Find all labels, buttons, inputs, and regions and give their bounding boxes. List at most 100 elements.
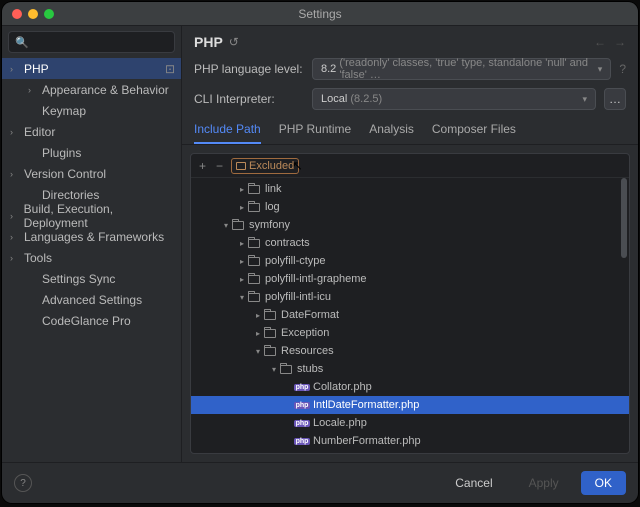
sidebar-item-keymap[interactable]: Keymap (2, 100, 181, 121)
chevron-right-icon: ▸ (253, 311, 263, 320)
titlebar: Settings (2, 2, 638, 26)
chevron-right-icon: › (10, 232, 20, 242)
gear-icon[interactable]: ⊡ (165, 62, 175, 76)
help-icon[interactable]: ? (619, 62, 626, 76)
sidebar-item-label: Editor (24, 125, 55, 139)
php-file-icon: php (295, 435, 309, 447)
chevron-right-icon: › (10, 169, 20, 179)
tab-include-path[interactable]: Include Path (194, 122, 261, 144)
ok-button[interactable]: OK (581, 471, 626, 495)
folder-icon (247, 273, 261, 285)
settings-search-input[interactable]: 🔍 (8, 31, 175, 53)
folder-row[interactable]: ▸Exception (191, 324, 629, 342)
chevron-right-icon: › (28, 85, 38, 95)
sidebar-item-appearance-behavior[interactable]: › Appearance & Behavior (2, 79, 181, 100)
folder-row[interactable]: ▸polyfill-ctype (191, 252, 629, 270)
file-label: IntlDateFormatter.php (313, 399, 419, 411)
folder-row[interactable]: ▸log (191, 198, 629, 216)
sidebar-item-build-execution-deployment[interactable]: ›Build, Execution, Deployment (2, 205, 181, 226)
folder-icon (263, 309, 277, 321)
sidebar-item-settings-sync[interactable]: Settings Sync (2, 268, 181, 289)
chevron-down-icon: ▾ (598, 64, 603, 75)
language-level-select[interactable]: 8.2 ('readonly' classes, 'true' type, st… (312, 58, 611, 80)
folder-icon (247, 237, 261, 249)
chevron-right-icon: › (10, 64, 20, 74)
reset-icon[interactable]: ↺ (229, 35, 239, 49)
cli-browse-button[interactable]: … (604, 88, 626, 110)
sidebar-item-label: Directories (42, 188, 99, 202)
sidebar-item-plugins[interactable]: Plugins (2, 142, 181, 163)
folder-icon (231, 219, 245, 231)
chevron-right-icon: ▸ (237, 185, 247, 194)
sidebar-item-label: Plugins (42, 146, 81, 160)
chevron-right-icon: ▸ (237, 239, 247, 248)
sidebar-item-label: Keymap (42, 104, 86, 118)
php-file-icon: php (295, 417, 309, 429)
folder-row[interactable]: ▸ DateFormat (191, 306, 629, 324)
folder-row[interactable]: ▾polyfill-intl-icu (191, 288, 629, 306)
folder-icon (279, 363, 293, 375)
chevron-down-icon: ▾ (221, 221, 231, 230)
folder-icon (247, 183, 261, 195)
sidebar-item-label: Version Control (24, 167, 106, 181)
forward-arrow-icon[interactable]: → (614, 35, 626, 49)
file-label: Locale.php (313, 417, 367, 429)
cancel-button[interactable]: Cancel (441, 471, 506, 495)
sidebar-item-tools[interactable]: › Tools (2, 247, 181, 268)
cli-interpreter-select[interactable]: Local (8.2.5) ▾ (312, 88, 596, 110)
file-row[interactable]: phpCollator.php (191, 378, 629, 396)
sidebar-item-label: PHP (24, 62, 49, 76)
back-arrow-icon[interactable]: ← (594, 35, 606, 49)
sidebar-item-label: Tools (24, 251, 52, 265)
folder-row[interactable]: ▾symfony (191, 216, 629, 234)
file-row[interactable]: phpNumberFormatter.php (191, 432, 629, 450)
tab-composer-files[interactable]: Composer Files (432, 122, 516, 144)
folder-row[interactable]: ▾ Resources (191, 342, 629, 360)
folder-icon (263, 345, 277, 357)
sidebar-item-advanced-settings[interactable]: Advanced Settings (2, 289, 181, 310)
file-row[interactable]: phpcurrencies.php (191, 450, 629, 453)
folder-icon (247, 201, 261, 213)
file-label: stubs (297, 363, 323, 375)
file-label: Exception (281, 327, 329, 339)
folder-row[interactable]: ▾ stubs (191, 360, 629, 378)
sidebar-item-editor[interactable]: ›Editor (2, 121, 181, 142)
chevron-right-icon: › (10, 253, 20, 263)
help-button[interactable]: ? (14, 474, 32, 492)
add-button[interactable]: + (197, 157, 208, 175)
file-row[interactable]: php Locale.php (191, 414, 629, 432)
file-row[interactable]: phpIntlDateFormatter.php (191, 396, 629, 414)
file-label: polyfill-ctype (265, 255, 326, 267)
folder-icon (263, 327, 277, 339)
remove-button[interactable]: − (214, 157, 225, 175)
sidebar-item-codeglance-pro[interactable]: CodeGlance Pro (2, 310, 181, 331)
chevron-right-icon: ▸ (237, 203, 247, 212)
tab-analysis[interactable]: Analysis (369, 122, 414, 144)
language-level-label: PHP language level: (194, 62, 304, 76)
chevron-down-icon: ▾ (253, 347, 263, 356)
settings-sidebar: 🔍 ›PHP⊡›Appearance & BehaviorKeymap›Edit… (2, 26, 182, 462)
folder-row[interactable]: ▸polyfill-intl-grapheme (191, 270, 629, 288)
sidebar-item-label: Build, Execution, Deployment (24, 202, 175, 230)
folder-row[interactable]: ▸link (191, 180, 629, 198)
sidebar-item-label: Settings Sync (42, 272, 115, 286)
file-label: Collator.php (313, 381, 372, 393)
tab-php-runtime[interactable]: PHP Runtime (279, 122, 351, 144)
chevron-right-icon: ▸ (237, 275, 247, 284)
sidebar-item-php[interactable]: › PHP ⊡ (2, 58, 181, 79)
chevron-down-icon: ▾ (269, 365, 279, 374)
sidebar-item-version-control[interactable]: › Version Control (2, 163, 181, 184)
sidebar-item-label: CodeGlance Pro (42, 314, 131, 328)
excluded-toggle-button[interactable]: Excluded (231, 158, 299, 174)
search-icon: 🔍 (15, 36, 29, 49)
file-label: Resources (281, 345, 334, 357)
file-label: DateFormat (281, 309, 339, 321)
chevron-down-icon: ▾ (582, 94, 587, 105)
folder-excluded-icon (236, 162, 246, 170)
file-label: polyfill-intl-icu (265, 291, 331, 303)
window-title: Settings (2, 7, 638, 21)
sidebar-item-label: Appearance & Behavior (42, 83, 169, 97)
folder-row[interactable]: ▸contracts (191, 234, 629, 252)
scrollbar-thumb[interactable] (621, 178, 627, 258)
sidebar-item-languages-frameworks[interactable]: ›Languages & Frameworks (2, 226, 181, 247)
